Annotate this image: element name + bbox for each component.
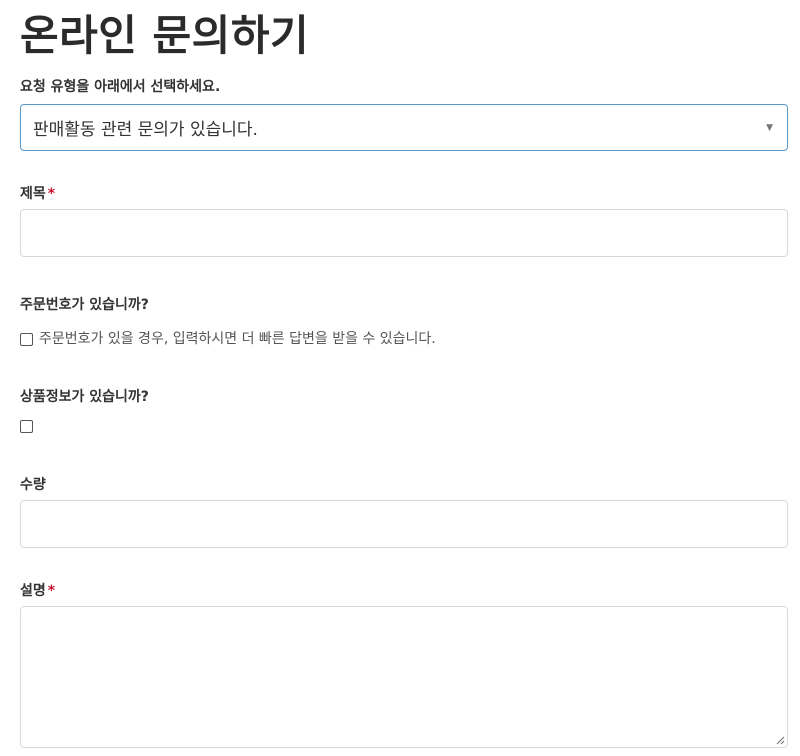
quantity-label: 수량 [20, 477, 46, 493]
required-mark: * [47, 186, 56, 202]
subject-label-text: 제목 [20, 186, 46, 202]
product-info-label: 상품정보가 있습니까? [20, 389, 149, 405]
subject-label: 제목 * [20, 185, 55, 203]
description-label-text: 설명 [20, 583, 46, 599]
product-info-checkbox[interactable] [20, 420, 33, 433]
quantity-input[interactable] [20, 500, 788, 548]
description-textarea[interactable] [20, 606, 788, 748]
product-info-checkbox-row[interactable] [20, 420, 39, 433]
required-mark: * [47, 583, 56, 599]
description-label: 설명 * [20, 582, 55, 600]
request-type-select[interactable]: 판매활동 관련 문의가 있습니다. ▼ [20, 104, 788, 151]
request-type-label: 요청 유형을 아래에서 선택하세요. [20, 79, 221, 95]
subject-input[interactable] [20, 209, 788, 257]
order-number-checkbox[interactable] [20, 332, 33, 346]
order-number-checkbox-label[interactable]: 주문번호가 있을 경우, 입력하시면 더 빠른 답변을 받을 수 있습니다. [39, 330, 436, 348]
request-type-selected-value: 판매활동 관련 문의가 있습니다. [33, 120, 258, 140]
order-number-label: 주문번호가 있습니까? [20, 297, 149, 313]
order-number-checkbox-row[interactable]: 주문번호가 있을 경우, 입력하시면 더 빠른 답변을 받을 수 있습니다. [20, 330, 436, 348]
online-inquiry-form: 온라인 문의하기 요청 유형을 아래에서 선택하세요. 판매활동 관련 문의가 … [0, 0, 800, 756]
page-title: 온라인 문의하기 [20, 11, 310, 60]
chevron-down-icon: ▼ [766, 122, 773, 133]
resize-handle-icon[interactable] [775, 735, 785, 745]
